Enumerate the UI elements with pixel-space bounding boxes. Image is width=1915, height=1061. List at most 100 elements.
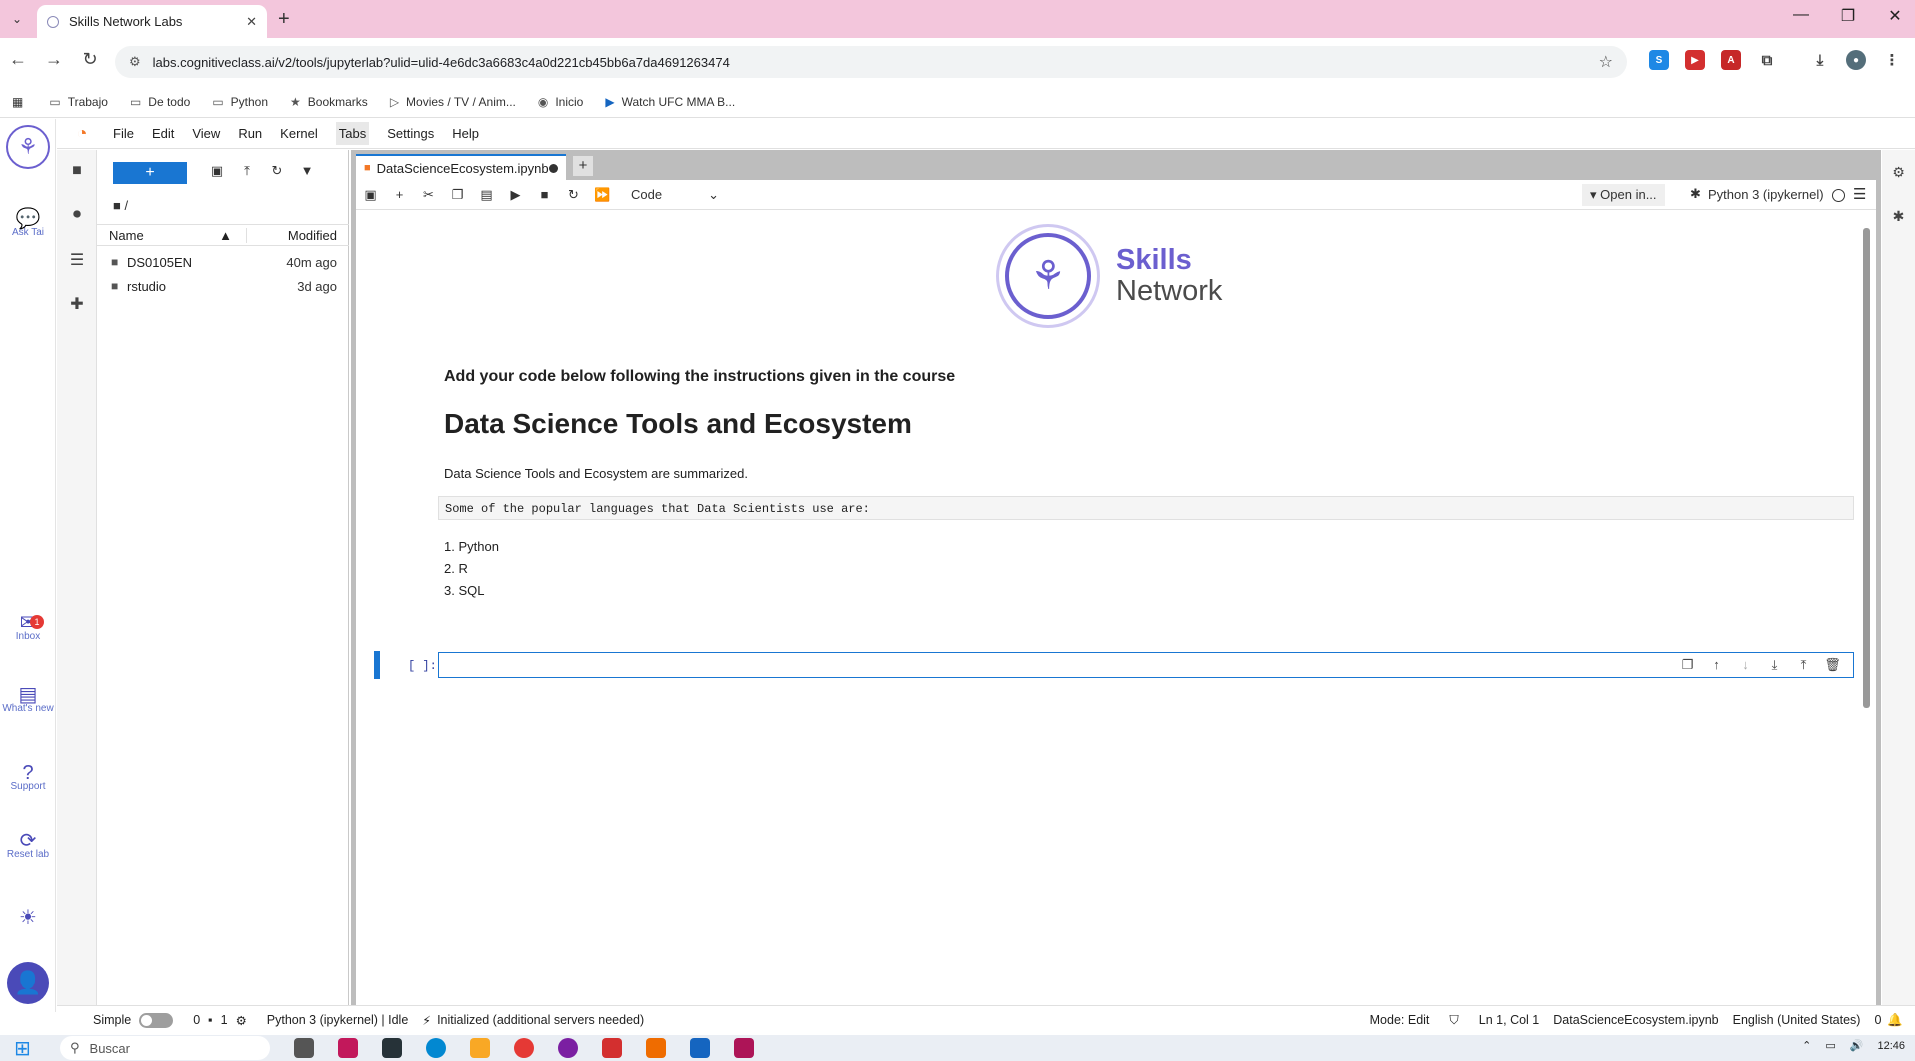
duplicate-cell-icon[interactable]: ❐ — [1673, 657, 1702, 673]
upload-icon[interactable]: ⤒ — [237, 163, 257, 179]
url-text[interactable]: labs.cognitiveclass.ai/v2/tools/jupyterl… — [153, 55, 1599, 70]
clock-time[interactable]: 12:46 — [1877, 1040, 1905, 1052]
menu-tabs[interactable]: Tabs — [335, 122, 370, 145]
close-window-icon[interactable]: ✕ — [1880, 6, 1910, 26]
display-language[interactable]: English (United States) — [1733, 1013, 1861, 1027]
windows-start-icon[interactable]: ⊞ — [14, 1036, 42, 1061]
restore-window-icon[interactable]: ❐ — [1833, 6, 1863, 26]
forward-icon[interactable]: → — [42, 49, 66, 70]
menu-file[interactable]: File — [113, 126, 134, 141]
reload-icon[interactable]: ↻ — [78, 49, 102, 70]
trust-shield-icon[interactable]: ⛉ — [1449, 1013, 1458, 1028]
browser-menu-icon[interactable]: ⋮ — [1882, 50, 1902, 70]
close-tab-icon[interactable]: ✕ — [246, 14, 257, 30]
extension-manager-icon[interactable]: ✚ — [57, 294, 97, 314]
insert-below-icon[interactable]: ⤓ — [1760, 657, 1789, 673]
bookmark-item[interactable]: ★ Bookmarks — [290, 95, 368, 109]
move-up-icon[interactable]: ↑ — [1702, 657, 1731, 673]
file-browser-folder-icon[interactable]: ■ — [57, 162, 97, 180]
youtube-icon[interactable] — [602, 1038, 622, 1058]
volume-icon[interactable]: 🔊 — [1850, 1039, 1864, 1052]
taskbar-search[interactable]: ⚲ Buscar — [60, 1036, 270, 1060]
file-explorer-icon[interactable] — [470, 1038, 490, 1058]
lsp-status[interactable]: Initialized (additional servers needed) — [437, 1013, 644, 1027]
profile-avatar-icon[interactable]: ● — [1846, 50, 1866, 70]
minimize-window-icon[interactable]: — — [1786, 6, 1816, 24]
bookmark-item[interactable]: ▶ Watch UFC MMA B... — [605, 95, 735, 109]
pdf-extension-icon[interactable]: A — [1721, 50, 1741, 70]
outlook-icon[interactable] — [690, 1038, 710, 1058]
chevron-up-icon[interactable]: ⌃ — [1802, 1039, 1811, 1052]
code-cell[interactable]: ❐ ↑ ↓ ⤓ ⤒ 🗑 — [438, 652, 1854, 678]
tab-search-icon[interactable]: ⌄ — [6, 8, 28, 30]
chrome-browser-icon[interactable] — [514, 1038, 534, 1058]
theme-toggle-button[interactable]: ☀ — [0, 908, 56, 928]
new-folder-icon[interactable]: ▣ — [207, 163, 227, 179]
inbox-button[interactable]: ✉ Inbox — [0, 613, 56, 643]
move-down-icon[interactable]: ↓ — [1731, 657, 1760, 673]
bookmark-item[interactable]: ▭ De todo — [130, 95, 190, 109]
snipping-tool-icon[interactable] — [338, 1038, 358, 1058]
notebook-menu-icon[interactable]: ☰ — [1853, 185, 1866, 203]
edge-browser-icon[interactable] — [426, 1038, 446, 1058]
bell-icon[interactable]: 🔔 — [1887, 1013, 1903, 1028]
file-row[interactable]: ■ DS0105EN 40m ago — [97, 250, 349, 274]
bookmark-item[interactable]: ▭ Python — [212, 95, 268, 109]
bookmark-item[interactable]: ▭ Trabajo — [49, 95, 108, 109]
delete-cell-icon[interactable]: 🗑 — [1818, 657, 1847, 673]
new-tab-button[interactable]: + — [278, 8, 290, 31]
address-bar[interactable]: ⚙ labs.cognitiveclass.ai/v2/tools/jupyte… — [115, 46, 1627, 78]
new-tab-button[interactable]: + — [573, 156, 593, 176]
skills-network-logo-icon[interactable]: ⚘ — [6, 125, 50, 169]
debugger-icon[interactable]: ✱ — [1882, 208, 1915, 225]
app-icon[interactable] — [382, 1038, 402, 1058]
copy-icon[interactable]: ❐ — [443, 187, 472, 203]
insert-above-icon[interactable]: ⤒ — [1789, 657, 1818, 673]
extension-icon[interactable]: S — [1649, 50, 1669, 70]
breadcrumb[interactable]: ■ / — [113, 198, 128, 213]
download-icon[interactable]: ⤓ — [1810, 50, 1830, 70]
debugger-icon[interactable]: ✱ — [1690, 186, 1701, 202]
bookmark-item[interactable]: ▷ Movies / TV / Anim... — [390, 95, 516, 109]
column-modified[interactable]: Modified — [247, 228, 349, 243]
simple-mode-toggle[interactable] — [139, 1012, 174, 1028]
notebook-tab[interactable]: ■ DataScienceEcosystem.ipynb — [356, 154, 566, 180]
app-icon[interactable] — [734, 1038, 754, 1058]
vlc-icon[interactable] — [646, 1038, 666, 1058]
running-kernels-icon[interactable]: ⏺ — [57, 206, 97, 224]
new-launcher-button[interactable]: + — [113, 162, 187, 184]
menu-view[interactable]: View — [192, 126, 220, 141]
task-view-icon[interactable] — [294, 1038, 314, 1058]
site-info-icon[interactable]: ⚙ — [129, 54, 141, 70]
run-icon[interactable]: ▶ — [501, 187, 530, 203]
reset-lab-button[interactable]: ⟳ Reset lab — [0, 831, 56, 861]
menu-help[interactable]: Help — [452, 126, 479, 141]
ask-tai-button[interactable]: 💬 Ask Tai — [0, 209, 56, 239]
browser-tab[interactable]: Skills Network Labs ✕ — [37, 5, 267, 38]
menu-kernel[interactable]: Kernel — [280, 126, 318, 141]
support-button[interactable]: ? Support — [0, 763, 56, 793]
kernel-state[interactable]: Python 3 (ipykernel) | Idle — [267, 1013, 409, 1027]
kernel-gear-icon[interactable]: ⚙ — [236, 1013, 247, 1028]
property-inspector-icon[interactable]: ⚙ — [1882, 164, 1915, 181]
extension-icon[interactable]: ▶ — [1685, 50, 1705, 70]
file-row[interactable]: ■ rstudio 3d ago — [97, 274, 349, 298]
restart-kernel-icon[interactable]: ↻ — [559, 187, 588, 203]
cell-type-dropdown[interactable]: Code ⌄ — [631, 187, 719, 203]
scrollbar-thumb[interactable] — [1863, 228, 1870, 708]
cursor-position[interactable]: Ln 1, Col 1 — [1479, 1013, 1539, 1027]
insert-cell-icon[interactable]: + — [385, 187, 414, 202]
network-icon[interactable]: ▭ — [1825, 1039, 1835, 1052]
notebook-scrollbar[interactable] — [1862, 216, 1871, 1001]
back-icon[interactable]: ← — [6, 49, 30, 70]
unsaved-dot-icon[interactable] — [549, 163, 558, 173]
user-avatar[interactable]: 👤 — [7, 962, 49, 1004]
paste-icon[interactable]: ▤ — [472, 187, 501, 203]
extensions-puzzle-icon[interactable]: ⧉ — [1757, 50, 1777, 70]
bookmark-star-icon[interactable]: ☆ — [1599, 52, 1613, 72]
menu-run[interactable]: Run — [238, 126, 262, 141]
table-of-contents-icon[interactable]: ☰ — [57, 250, 97, 270]
run-all-icon[interactable]: ⏩ — [588, 187, 617, 203]
bookmark-item[interactable]: ◉ Inicio — [538, 95, 584, 109]
filter-icon[interactable]: ▼ — [297, 163, 317, 178]
